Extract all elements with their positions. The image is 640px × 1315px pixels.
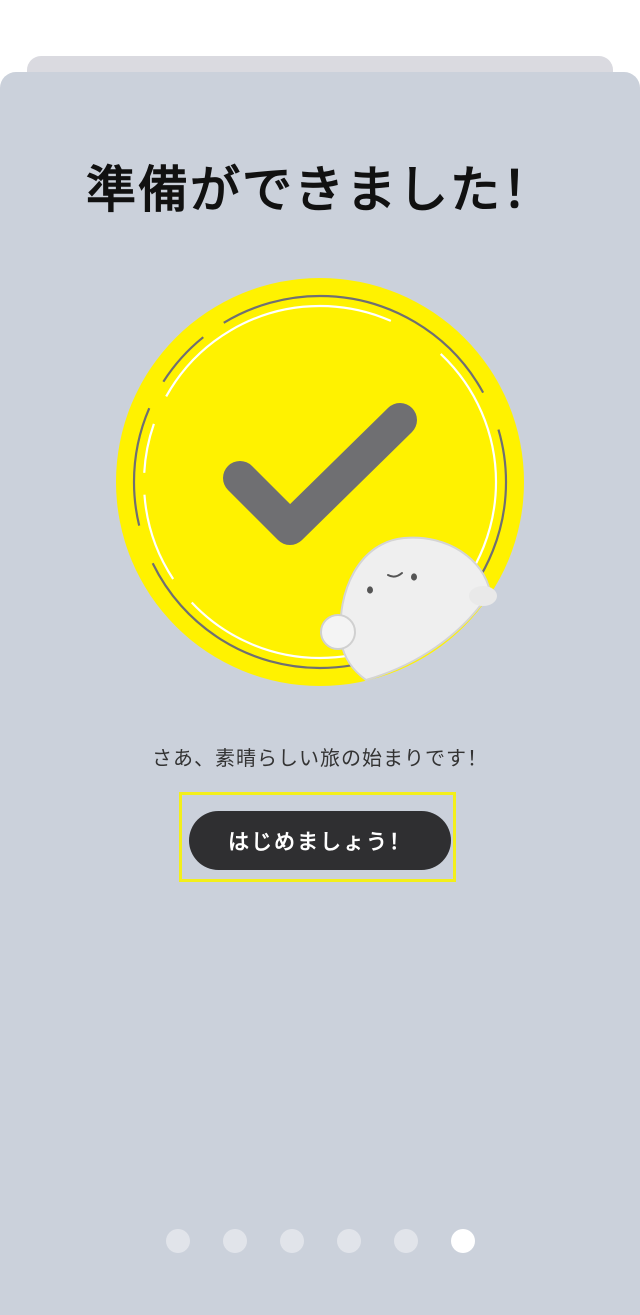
page-dot-2[interactable] xyxy=(222,1229,247,1253)
page-dot-1[interactable] xyxy=(165,1229,190,1253)
page-dot-6[interactable] xyxy=(450,1229,475,1253)
page-dot-4[interactable] xyxy=(336,1229,361,1253)
start-button[interactable]: はじめましょう！ xyxy=(189,811,451,870)
subtitle-text: さあ、素晴らしい旅の始まりです！ xyxy=(152,746,488,770)
page-indicator xyxy=(0,1229,640,1253)
page-title: 準備ができました！ xyxy=(86,161,554,219)
onboarding-screen: 準備ができました！ さあ、素晴らしい旅の始まりです！ はじめましょう！ xyxy=(0,0,640,1315)
page-dot-5[interactable] xyxy=(393,1229,418,1253)
page-dot-3[interactable] xyxy=(279,1229,304,1253)
completion-illustration xyxy=(116,278,524,686)
